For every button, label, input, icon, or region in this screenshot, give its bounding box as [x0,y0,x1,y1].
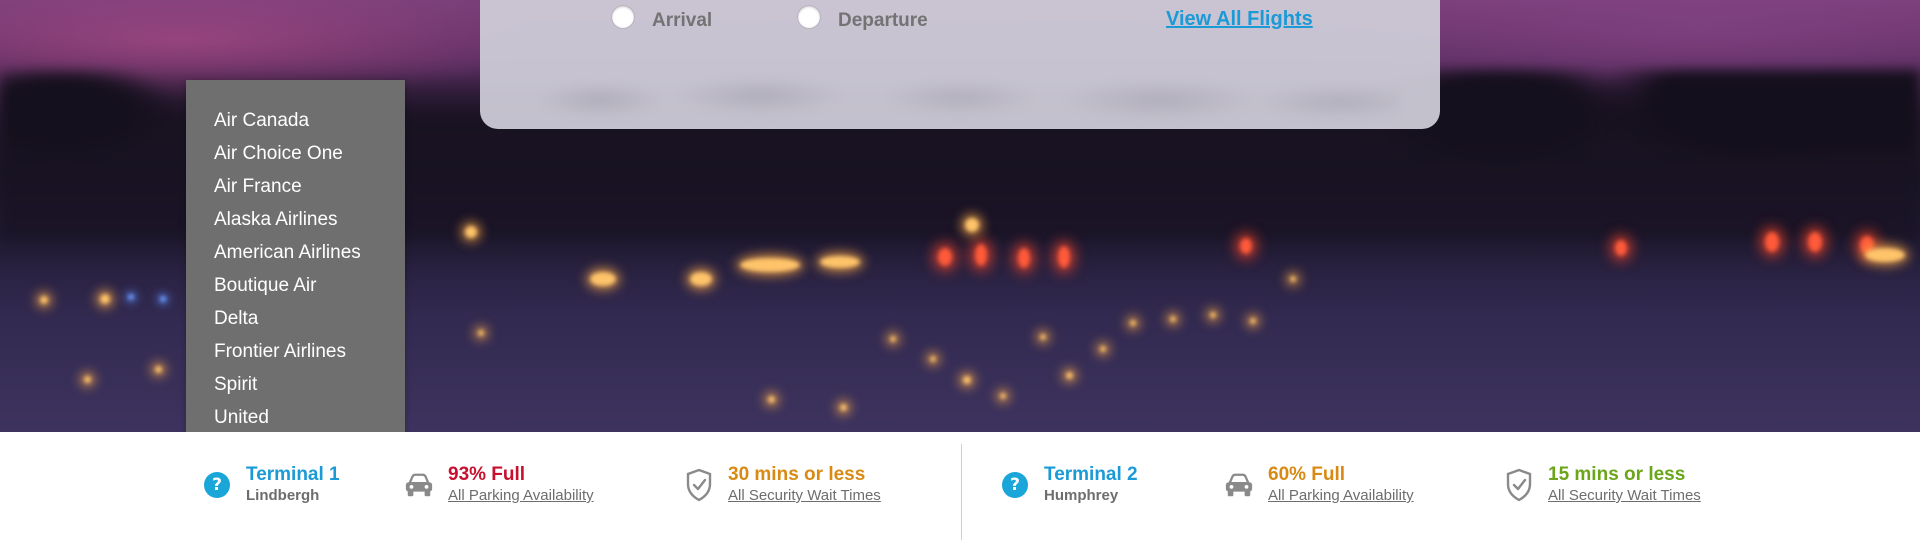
runway-light [1865,248,1905,262]
airline-option[interactable]: Alaska Airlines [214,203,405,236]
car-icon [404,470,434,500]
runway-light [478,330,484,336]
runway-light [1100,346,1106,352]
runway-light [820,256,860,268]
runway-light [1040,334,1046,340]
departure-radio-label[interactable]: Departure [838,10,928,32]
terminal-subtitle: Humphrey [1044,487,1119,504]
runway-light [590,272,616,286]
security-wait-status: 15 mins or less [1548,464,1686,485]
airline-option[interactable]: Spirit [214,368,405,401]
runway-light [40,296,48,304]
airline-option[interactable]: Frontier Airlines [214,335,405,368]
runway-light [1130,320,1136,326]
runway-light [1240,238,1252,254]
departure-radio[interactable]: Departure [798,6,928,36]
terminal-name: Terminal 2 [1044,464,1138,485]
terminal-1-parking[interactable]: 93% Full All Parking Availability [404,464,594,506]
terminal-1-security[interactable]: 30 mins or less All Security Wait Times [684,464,881,506]
radio-button[interactable] [798,6,820,28]
arrival-radio-label[interactable]: Arrival [652,10,712,32]
runway-light [938,248,952,266]
card-background-pattern [520,60,1400,129]
runway-light [100,294,110,304]
parking-availability-link[interactable]: All Parking Availability [448,486,594,506]
airline-option[interactable]: Delta [214,302,405,335]
arrival-radio[interactable]: Arrival [612,6,712,36]
runway-light [1808,232,1822,252]
help-circle-icon: ? [1000,470,1030,500]
runway-light [1615,240,1627,256]
airline-list: Air Canada Air Choice One Air France Ala… [186,80,405,434]
runway-light [1765,232,1779,252]
runway-light [740,258,800,272]
parking-availability-link[interactable]: All Parking Availability [1268,486,1414,506]
runway-light [890,336,896,342]
flight-search-card: Arrival Departure View All Flights [480,0,1440,129]
help-circle-icon: ? [202,470,232,500]
runway-light [1290,276,1296,282]
shield-check-icon [1504,468,1534,502]
terminal-subtitle: Lindbergh [246,487,320,504]
runway-light [1018,248,1030,268]
runway-light [930,356,936,362]
runway-light [155,366,162,373]
runway-light [1210,312,1216,318]
runway-light [1066,372,1073,379]
runway-light [963,376,971,384]
runway-light [160,296,166,302]
security-wait-status: 30 mins or less [728,464,866,485]
terminal-2-parking[interactable]: 60% Full All Parking Availability [1224,464,1414,506]
runway-light [1058,246,1070,268]
airline-option[interactable]: Boutique Air [214,269,405,302]
runway-light [465,226,477,238]
terminal-1-info[interactable]: ? Terminal 1 Lindbergh [202,464,340,506]
radio-button[interactable] [612,6,634,28]
terminal-2-security[interactable]: 15 mins or less All Security Wait Times [1504,464,1701,506]
runway-light [1250,318,1256,324]
airline-option[interactable]: United [214,401,405,434]
airline-option[interactable]: Air Canada [214,104,405,137]
runway-light [840,404,847,411]
runway-light [1000,393,1006,399]
car-icon [1224,470,1254,500]
terminal-divider [961,444,962,540]
parking-status: 60% Full [1268,464,1346,485]
security-wait-times-link[interactable]: All Security Wait Times [728,486,881,506]
runway-light [965,218,979,232]
security-wait-times-link[interactable]: All Security Wait Times [1548,486,1701,506]
parking-status: 93% Full [448,464,526,485]
runway-light [84,376,91,383]
runway-light [768,396,775,403]
airline-dropdown-menu: Air Canada Air Choice One Air France Ala… [186,80,405,464]
airline-option[interactable]: American Airlines [214,236,405,269]
shield-check-icon [684,468,714,502]
airline-option[interactable]: Air France [214,170,405,203]
terminal-name: Terminal 1 [246,464,340,485]
runway-light [128,294,134,300]
runway-light [975,244,987,266]
terminal-info-bar: ? Terminal 1 Lindbergh 93% Full All Park… [0,432,1920,540]
runway-light [1170,316,1176,322]
airline-option[interactable]: Air Choice One [214,137,405,170]
view-all-flights-link[interactable]: View All Flights [1166,8,1313,31]
terminal-2-info[interactable]: ? Terminal 2 Humphrey [1000,464,1138,506]
runway-light [690,272,712,286]
